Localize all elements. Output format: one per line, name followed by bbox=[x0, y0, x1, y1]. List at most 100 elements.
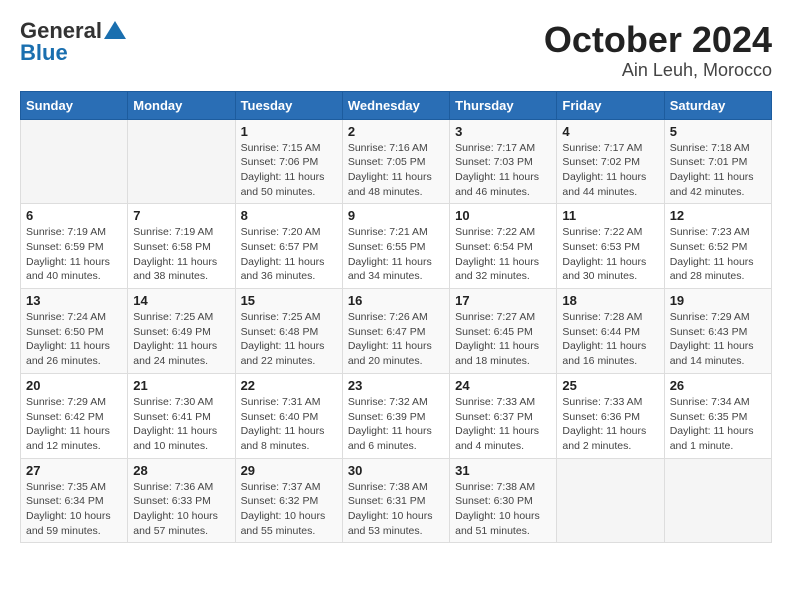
day-cell: 9 Sunrise: 7:21 AM Sunset: 6:55 PM Daylig… bbox=[342, 204, 449, 289]
day-number: 4 bbox=[562, 124, 658, 139]
day-cell: 17 Sunrise: 7:27 AM Sunset: 6:45 PM Dayli… bbox=[450, 289, 557, 374]
day-number: 9 bbox=[348, 208, 444, 223]
day-info: Sunrise: 7:35 AM Sunset: 6:34 PM Dayligh… bbox=[26, 480, 122, 539]
day-info: Sunrise: 7:22 AM Sunset: 6:53 PM Dayligh… bbox=[562, 225, 658, 284]
day-info: Sunrise: 7:38 AM Sunset: 6:30 PM Dayligh… bbox=[455, 480, 551, 539]
day-cell: 24 Sunrise: 7:33 AM Sunset: 6:37 PM Dayli… bbox=[450, 373, 557, 458]
day-cell: 10 Sunrise: 7:22 AM Sunset: 6:54 PM Dayli… bbox=[450, 204, 557, 289]
month-title: October 2024 bbox=[544, 20, 772, 60]
day-number: 10 bbox=[455, 208, 551, 223]
day-number: 27 bbox=[26, 463, 122, 478]
day-number: 23 bbox=[348, 378, 444, 393]
column-header-tuesday: Tuesday bbox=[235, 91, 342, 119]
day-cell: 29 Sunrise: 7:37 AM Sunset: 6:32 PM Dayli… bbox=[235, 458, 342, 543]
day-number: 26 bbox=[670, 378, 766, 393]
logo-general-text: General bbox=[20, 20, 102, 42]
day-info: Sunrise: 7:30 AM Sunset: 6:41 PM Dayligh… bbox=[133, 395, 229, 454]
day-info: Sunrise: 7:22 AM Sunset: 6:54 PM Dayligh… bbox=[455, 225, 551, 284]
day-cell: 7 Sunrise: 7:19 AM Sunset: 6:58 PM Daylig… bbox=[128, 204, 235, 289]
calendar-header-row: SundayMondayTuesdayWednesdayThursdayFrid… bbox=[21, 91, 772, 119]
day-number: 30 bbox=[348, 463, 444, 478]
day-number: 5 bbox=[670, 124, 766, 139]
column-header-thursday: Thursday bbox=[450, 91, 557, 119]
column-header-saturday: Saturday bbox=[664, 91, 771, 119]
day-info: Sunrise: 7:27 AM Sunset: 6:45 PM Dayligh… bbox=[455, 310, 551, 369]
day-cell: 26 Sunrise: 7:34 AM Sunset: 6:35 PM Dayli… bbox=[664, 373, 771, 458]
day-cell: 8 Sunrise: 7:20 AM Sunset: 6:57 PM Daylig… bbox=[235, 204, 342, 289]
day-cell: 23 Sunrise: 7:32 AM Sunset: 6:39 PM Dayli… bbox=[342, 373, 449, 458]
day-number: 17 bbox=[455, 293, 551, 308]
day-number: 14 bbox=[133, 293, 229, 308]
day-number: 22 bbox=[241, 378, 337, 393]
day-number: 6 bbox=[26, 208, 122, 223]
day-info: Sunrise: 7:33 AM Sunset: 6:36 PM Dayligh… bbox=[562, 395, 658, 454]
day-cell bbox=[21, 119, 128, 204]
day-info: Sunrise: 7:26 AM Sunset: 6:47 PM Dayligh… bbox=[348, 310, 444, 369]
day-info: Sunrise: 7:29 AM Sunset: 6:43 PM Dayligh… bbox=[670, 310, 766, 369]
day-info: Sunrise: 7:21 AM Sunset: 6:55 PM Dayligh… bbox=[348, 225, 444, 284]
day-info: Sunrise: 7:19 AM Sunset: 6:58 PM Dayligh… bbox=[133, 225, 229, 284]
day-info: Sunrise: 7:28 AM Sunset: 6:44 PM Dayligh… bbox=[562, 310, 658, 369]
day-cell bbox=[664, 458, 771, 543]
day-number: 29 bbox=[241, 463, 337, 478]
day-cell bbox=[557, 458, 664, 543]
column-header-friday: Friday bbox=[557, 91, 664, 119]
day-cell: 11 Sunrise: 7:22 AM Sunset: 6:53 PM Dayli… bbox=[557, 204, 664, 289]
logo-icon bbox=[104, 19, 126, 41]
day-cell: 18Sunrise: 7:28 AM Sunset: 6:44 PM Dayli… bbox=[557, 289, 664, 374]
day-cell: 14Sunrise: 7:25 AM Sunset: 6:49 PM Dayli… bbox=[128, 289, 235, 374]
day-cell bbox=[128, 119, 235, 204]
week-row-1: 1 Sunrise: 7:15 AM Sunset: 7:06 PM Daylig… bbox=[21, 119, 772, 204]
day-info: Sunrise: 7:36 AM Sunset: 6:33 PM Dayligh… bbox=[133, 480, 229, 539]
column-header-wednesday: Wednesday bbox=[342, 91, 449, 119]
day-number: 3 bbox=[455, 124, 551, 139]
day-number: 16 bbox=[348, 293, 444, 308]
page-header: General Blue October 2024 Ain Leuh, Moro… bbox=[20, 20, 772, 81]
day-info: Sunrise: 7:34 AM Sunset: 6:35 PM Dayligh… bbox=[670, 395, 766, 454]
day-info: Sunrise: 7:20 AM Sunset: 6:57 PM Dayligh… bbox=[241, 225, 337, 284]
day-number: 24 bbox=[455, 378, 551, 393]
day-cell: 12 Sunrise: 7:23 AM Sunset: 6:52 PM Dayli… bbox=[664, 204, 771, 289]
day-number: 31 bbox=[455, 463, 551, 478]
day-cell: 2 Sunrise: 7:16 AM Sunset: 7:05 PM Daylig… bbox=[342, 119, 449, 204]
day-cell: 31 Sunrise: 7:38 AM Sunset: 6:30 PM Dayli… bbox=[450, 458, 557, 543]
logo: General Blue bbox=[20, 20, 126, 64]
day-cell: 25Sunrise: 7:33 AM Sunset: 6:36 PM Dayli… bbox=[557, 373, 664, 458]
day-cell: 20Sunrise: 7:29 AM Sunset: 6:42 PM Dayli… bbox=[21, 373, 128, 458]
day-info: Sunrise: 7:33 AM Sunset: 6:37 PM Dayligh… bbox=[455, 395, 551, 454]
column-header-monday: Monday bbox=[128, 91, 235, 119]
day-info: Sunrise: 7:29 AM Sunset: 6:42 PM Dayligh… bbox=[26, 395, 122, 454]
day-info: Sunrise: 7:23 AM Sunset: 6:52 PM Dayligh… bbox=[670, 225, 766, 284]
day-info: Sunrise: 7:15 AM Sunset: 7:06 PM Dayligh… bbox=[241, 141, 337, 200]
day-info: Sunrise: 7:37 AM Sunset: 6:32 PM Dayligh… bbox=[241, 480, 337, 539]
day-number: 7 bbox=[133, 208, 229, 223]
week-row-3: 13 Sunrise: 7:24 AM Sunset: 6:50 PM Dayli… bbox=[21, 289, 772, 374]
title-block: October 2024 Ain Leuh, Morocco bbox=[544, 20, 772, 81]
day-number: 11 bbox=[562, 208, 658, 223]
week-row-5: 27 Sunrise: 7:35 AM Sunset: 6:34 PM Dayli… bbox=[21, 458, 772, 543]
day-number: 1 bbox=[241, 124, 337, 139]
day-cell: 6Sunrise: 7:19 AM Sunset: 6:59 PM Daylig… bbox=[21, 204, 128, 289]
day-cell: 16 Sunrise: 7:26 AM Sunset: 6:47 PM Dayli… bbox=[342, 289, 449, 374]
day-cell: 21Sunrise: 7:30 AM Sunset: 6:41 PM Dayli… bbox=[128, 373, 235, 458]
day-cell: 28 Sunrise: 7:36 AM Sunset: 6:33 PM Dayli… bbox=[128, 458, 235, 543]
day-cell: 1 Sunrise: 7:15 AM Sunset: 7:06 PM Daylig… bbox=[235, 119, 342, 204]
day-number: 13 bbox=[26, 293, 122, 308]
day-cell: 22 Sunrise: 7:31 AM Sunset: 6:40 PM Dayli… bbox=[235, 373, 342, 458]
day-number: 19 bbox=[670, 293, 766, 308]
day-number: 8 bbox=[241, 208, 337, 223]
day-cell: 19 Sunrise: 7:29 AM Sunset: 6:43 PM Dayli… bbox=[664, 289, 771, 374]
day-number: 2 bbox=[348, 124, 444, 139]
day-info: Sunrise: 7:16 AM Sunset: 7:05 PM Dayligh… bbox=[348, 141, 444, 200]
day-number: 12 bbox=[670, 208, 766, 223]
day-cell: 3Sunrise: 7:17 AM Sunset: 7:03 PM Daylig… bbox=[450, 119, 557, 204]
day-info: Sunrise: 7:24 AM Sunset: 6:50 PM Dayligh… bbox=[26, 310, 122, 369]
day-info: Sunrise: 7:31 AM Sunset: 6:40 PM Dayligh… bbox=[241, 395, 337, 454]
day-info: Sunrise: 7:17 AM Sunset: 7:02 PM Dayligh… bbox=[562, 141, 658, 200]
day-info: Sunrise: 7:25 AM Sunset: 6:48 PM Dayligh… bbox=[241, 310, 337, 369]
day-number: 28 bbox=[133, 463, 229, 478]
day-number: 15 bbox=[241, 293, 337, 308]
day-cell: 13 Sunrise: 7:24 AM Sunset: 6:50 PM Dayli… bbox=[21, 289, 128, 374]
day-cell: 27 Sunrise: 7:35 AM Sunset: 6:34 PM Dayli… bbox=[21, 458, 128, 543]
day-info: Sunrise: 7:32 AM Sunset: 6:39 PM Dayligh… bbox=[348, 395, 444, 454]
